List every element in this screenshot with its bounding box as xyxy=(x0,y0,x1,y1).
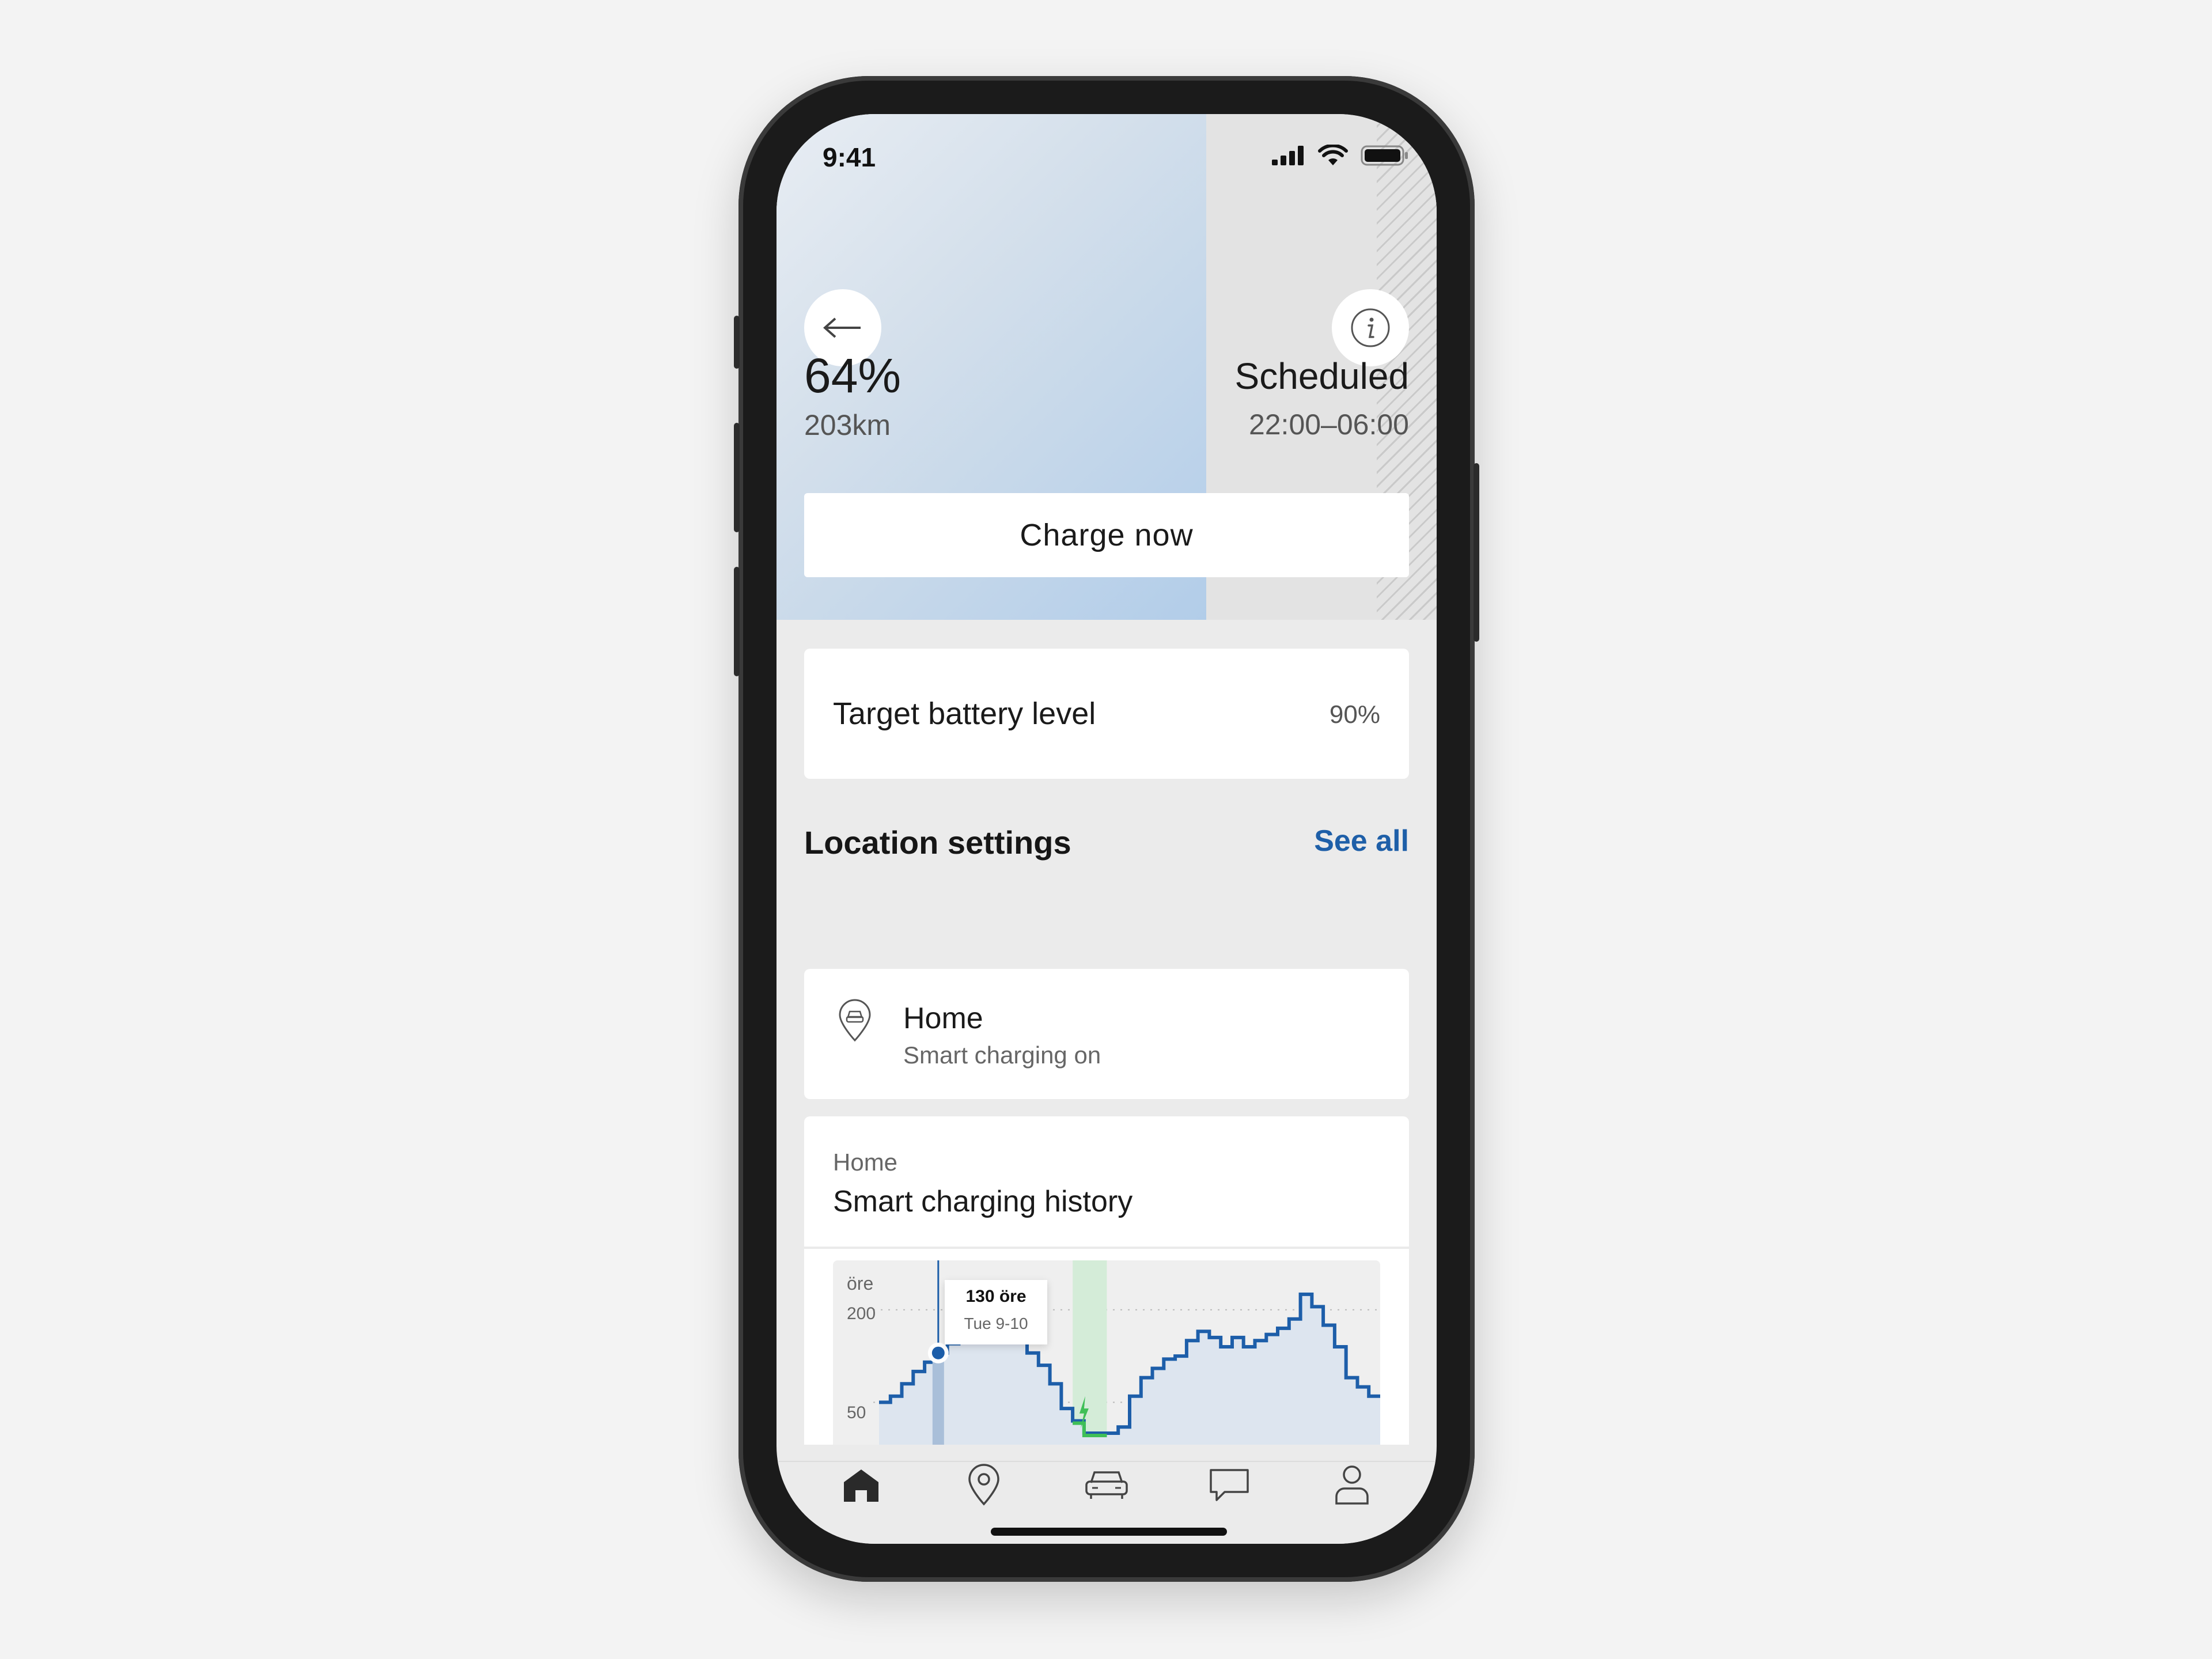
power-button xyxy=(1474,463,1479,642)
history-location: Home xyxy=(833,1149,898,1176)
status-bar: 9:41 xyxy=(777,114,1437,200)
home-indicator xyxy=(991,1528,1227,1536)
status-icons xyxy=(1272,144,1409,167)
see-all-link[interactable]: See all xyxy=(1314,824,1409,858)
tab-messages[interactable] xyxy=(1200,1456,1258,1514)
schedule-window: 22:00–06:00 xyxy=(1248,408,1409,441)
price-chart[interactable]: öre 200 50 130 öre Tue 9-10 xyxy=(804,1249,1409,1445)
location-status: Smart charging on xyxy=(903,1041,1101,1069)
range-value: 203km xyxy=(804,409,891,441)
chat-icon xyxy=(1210,1469,1249,1501)
charging-window-band xyxy=(1073,1260,1107,1445)
target-battery-card[interactable]: Target battery level 90% xyxy=(804,649,1409,779)
tab-home[interactable] xyxy=(832,1456,890,1514)
selected-hour-bar xyxy=(932,1353,944,1445)
phone-frame: 9:41 64% 203km Scheduled 22:00–06:00 Cha… xyxy=(734,76,1479,1582)
cellular-signal-icon xyxy=(1272,146,1304,165)
selection-point xyxy=(931,1346,945,1359)
target-battery-label: Target battery level xyxy=(833,696,1096,731)
y-tick-50: 50 xyxy=(847,1403,866,1422)
tab-bar-items xyxy=(777,1433,1437,1537)
car-icon xyxy=(1085,1471,1128,1499)
tab-bar xyxy=(777,1461,1437,1544)
app-screen: 9:41 64% 203km Scheduled 22:00–06:00 Cha… xyxy=(777,114,1437,1544)
charging-hero: 9:41 64% 203km Scheduled 22:00–06:00 Cha… xyxy=(777,114,1437,620)
arrow-left-icon xyxy=(823,317,861,338)
info-icon xyxy=(1351,308,1390,347)
location-pin-icon xyxy=(968,1464,999,1506)
status-time: 9:41 xyxy=(823,142,876,172)
action-button xyxy=(734,316,740,369)
tab-profile[interactable] xyxy=(1323,1456,1381,1514)
schedule-summary: Scheduled 22:00–06:00 xyxy=(1235,355,1409,441)
battery-percent: 64% xyxy=(804,349,902,403)
target-battery-value: 90% xyxy=(1329,700,1380,729)
home-icon xyxy=(843,1469,878,1502)
location-settings-title: Location settings xyxy=(804,824,1071,861)
location-name: Home xyxy=(903,1002,983,1035)
chart-tooltip: 130 öre Tue 9-10 xyxy=(945,1280,1047,1344)
y-axis-unit-label: öre xyxy=(847,1273,874,1294)
history-title: Smart charging history xyxy=(833,1185,1133,1218)
charging-history-card[interactable]: Home Smart charging history xyxy=(804,1116,1409,1247)
y-tick-200: 200 xyxy=(847,1304,876,1323)
tab-location[interactable] xyxy=(955,1456,1013,1514)
battery-status-icon xyxy=(1361,145,1408,166)
charge-now-button[interactable]: Charge now xyxy=(804,493,1409,577)
tooltip-time: Tue 9-10 xyxy=(964,1315,1028,1332)
tooltip-value: 130 öre xyxy=(965,1287,1027,1306)
schedule-status: Scheduled xyxy=(1234,355,1409,397)
price-chart-svg xyxy=(873,1260,1380,1445)
location-item-home[interactable]: Home Smart charging on xyxy=(804,969,1409,1099)
volume-down-button xyxy=(734,567,740,676)
volume-up-button xyxy=(734,423,740,532)
tab-car[interactable] xyxy=(1078,1456,1135,1514)
chart-plot-area: öre 200 50 130 öre Tue 9-10 xyxy=(833,1260,1380,1445)
profile-icon xyxy=(1335,1465,1369,1505)
battery-summary: 64% 203km xyxy=(804,348,901,442)
wifi-icon xyxy=(1318,145,1348,165)
location-car-pin-icon xyxy=(839,999,871,1042)
